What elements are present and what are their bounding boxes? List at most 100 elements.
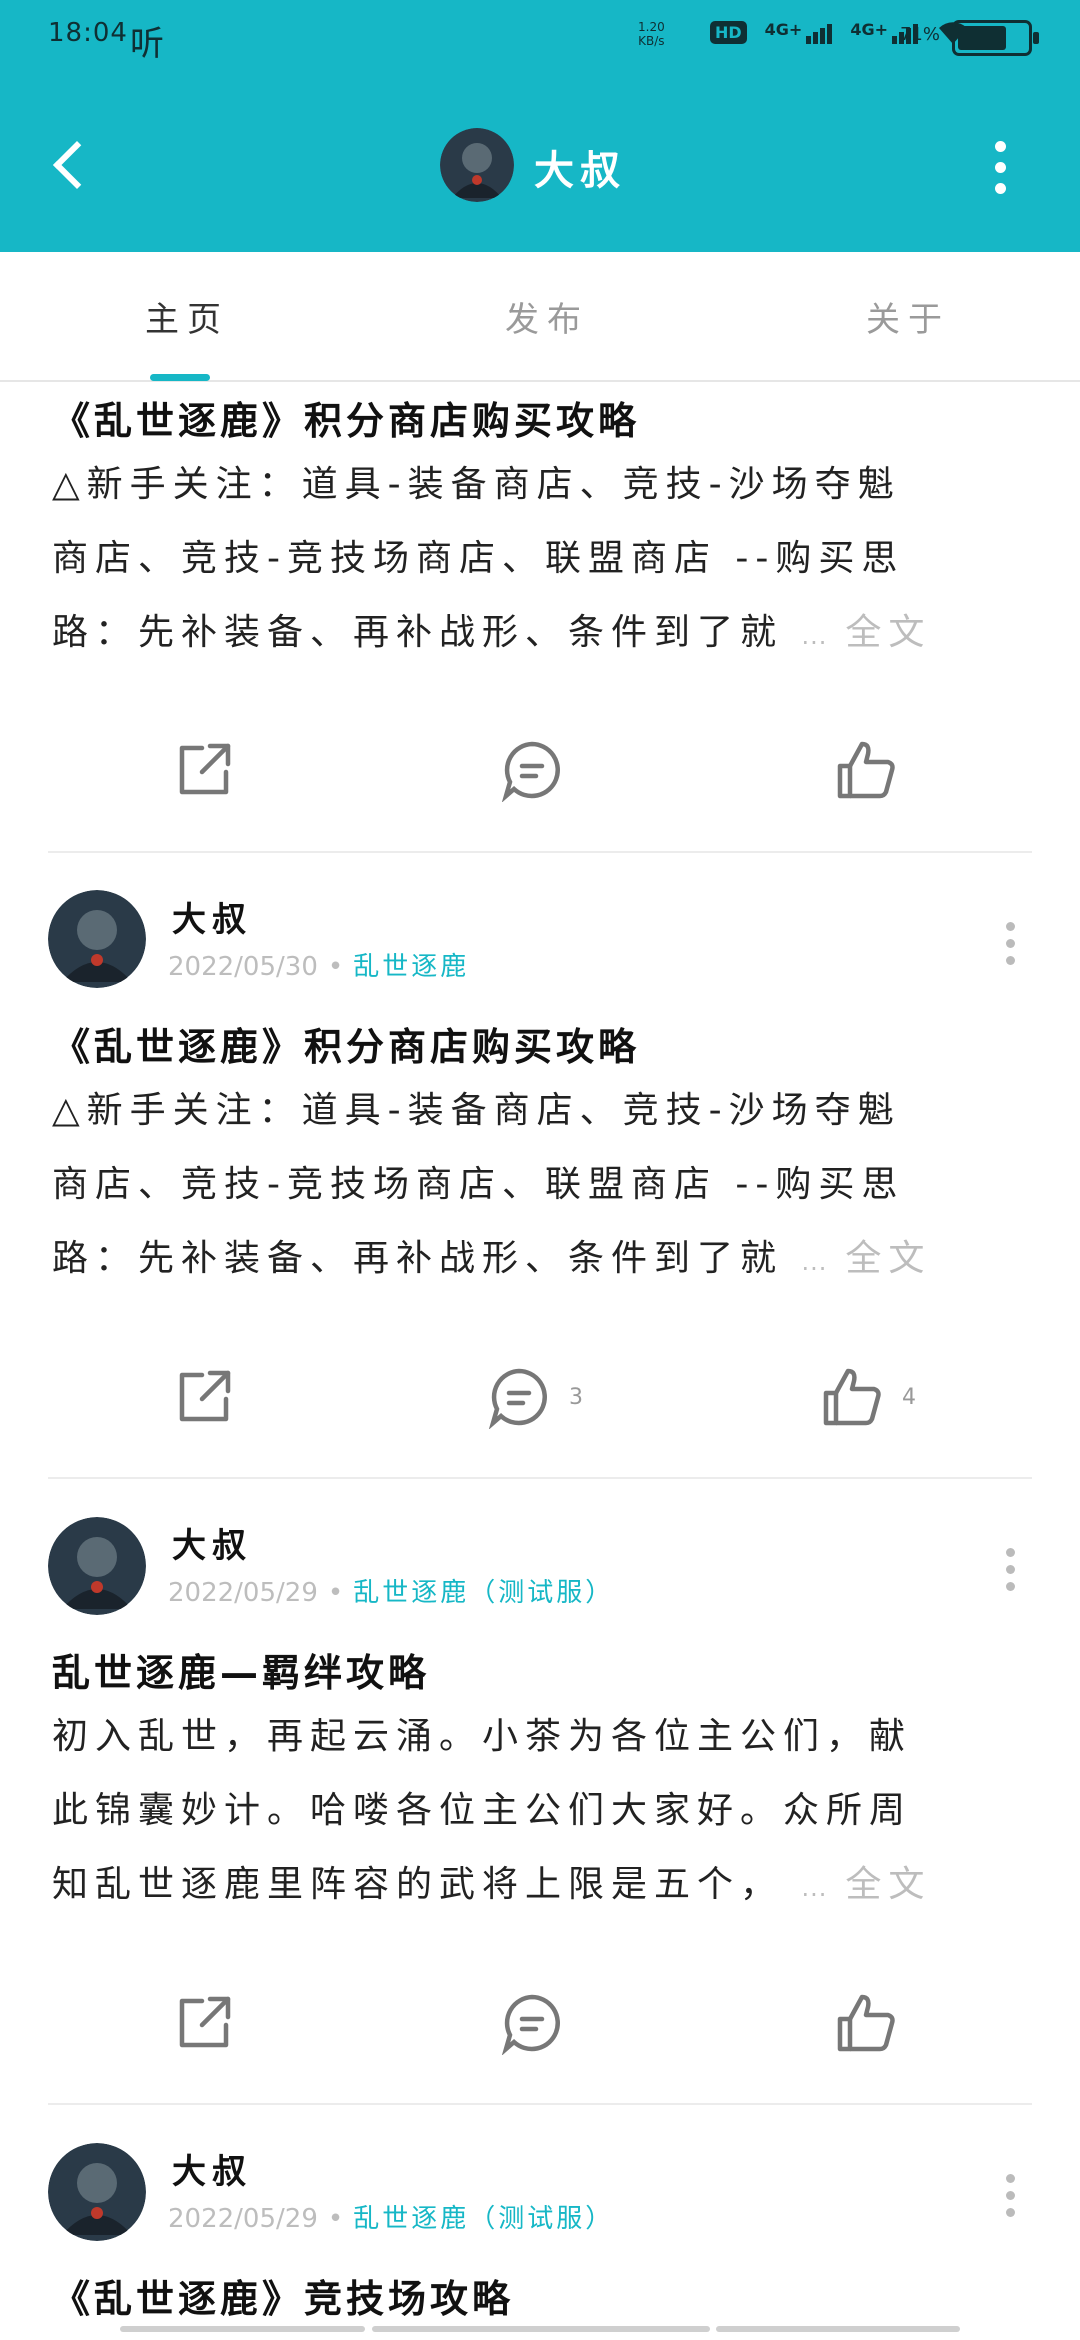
post-title[interactable]: 《乱世逐鹿》竞技场攻略 xyxy=(52,2268,514,2323)
post-actions: 3 4 xyxy=(0,1362,1080,1442)
separator-dot: • xyxy=(327,2204,344,2234)
comment-icon xyxy=(501,741,560,802)
excerpt-line: 知乱世逐鹿里阵容的武将上限是五个， ... 全文 xyxy=(52,1848,1012,1925)
avatar[interactable] xyxy=(440,128,514,202)
post-more-button[interactable] xyxy=(1000,1548,1020,1594)
excerpt-line-text: 知乱世逐鹿里阵容的武将上限是五个， xyxy=(52,1864,784,1905)
post-meta: 2022/05/29 • 乱世逐鹿（测试服） xyxy=(168,1572,614,1609)
tab-about[interactable]: 关于 xyxy=(866,292,950,341)
excerpt-line-text: 路：先补装备、再补战形、条件到了就 xyxy=(52,1238,784,1279)
post-date: 2022/05/29 xyxy=(168,1578,318,1608)
post-more-button[interactable] xyxy=(1000,2174,1020,2220)
author-name[interactable]: 大叔 xyxy=(172,1518,252,1567)
excerpt-line: 商店、竞技-竞技场商店、联盟商店 --购买思 xyxy=(52,538,905,579)
post-excerpt: △新手关注：道具-装备商店、竞技-沙场夺魁 商店、竞技-竞技场商店、联盟商店 -… xyxy=(52,1074,1012,1299)
post-title[interactable]: 《乱世逐鹿》积分商店购买攻略 xyxy=(52,390,640,445)
divider xyxy=(48,2103,1032,2105)
post-title[interactable]: 乱世逐鹿—羁绊攻略 xyxy=(52,1642,430,1697)
comment-count: 3 xyxy=(569,1384,583,1410)
tab-indicator xyxy=(150,374,210,381)
excerpt-line: 路：先补装备、再补战形、条件到了就 ... 全文 xyxy=(52,1222,1012,1299)
excerpt-line: 路：先补装备、再补战形、条件到了就 ... 全文 xyxy=(52,596,1012,673)
post-category[interactable]: 乱世逐鹿 xyxy=(353,952,469,982)
status-time: 18:04 xyxy=(48,18,128,48)
comment-icon xyxy=(501,1994,560,2055)
sim1-network-label: 4G+ xyxy=(764,20,803,39)
tab-publish[interactable]: 发布 xyxy=(505,292,589,341)
read-more-link[interactable]: 全文 xyxy=(845,1238,931,1279)
thumbs-up-icon xyxy=(837,741,895,799)
back-button[interactable] xyxy=(40,130,100,200)
excerpt-line: 此锦囊妙计。哈喽各位主公们大家好。众所周 xyxy=(52,1790,913,1831)
status-extra-text: 听 xyxy=(130,24,164,64)
comment-button[interactable] xyxy=(500,735,564,805)
post-meta: 2022/05/30 • 乱世逐鹿 xyxy=(168,946,469,983)
post-excerpt: 初入乱世，再起云涌。小茶为各位主公们，献 此锦囊妙计。哈喽各位主公们大家好。众所… xyxy=(52,1700,1012,1925)
bottom-nav-indicator xyxy=(372,2326,710,2332)
battery-icon xyxy=(952,20,1039,56)
author-name[interactable]: 大叔 xyxy=(172,2144,252,2193)
share-icon xyxy=(179,1370,231,1422)
post-date: 2022/05/29 xyxy=(168,2204,318,2234)
hd-voice-icon: HD xyxy=(709,20,747,44)
post-excerpt: △新手关注：道具-装备商店、竞技-沙场夺魁 商店、竞技-竞技场商店、联盟商店 -… xyxy=(52,448,1012,673)
net-speed-unit: KB/s xyxy=(638,34,665,48)
separator-dot: • xyxy=(327,1578,344,1608)
author-avatar[interactable] xyxy=(48,1517,146,1615)
bottom-nav-indicator xyxy=(120,2326,365,2332)
like-button[interactable]: 4 xyxy=(820,1362,916,1432)
thumbs-up-icon xyxy=(823,1368,881,1426)
share-icon xyxy=(179,1996,231,2048)
post-meta: 2022/05/29 • 乱世逐鹿（测试服） xyxy=(168,2198,614,2235)
battery-percent: 71% xyxy=(899,24,940,45)
read-more-link[interactable]: 全文 xyxy=(845,612,931,653)
battery-fill xyxy=(958,26,1006,50)
share-button[interactable] xyxy=(172,1362,236,1432)
title-bar: 大叔 xyxy=(0,100,1080,230)
tab-home[interactable]: 主页 xyxy=(145,292,229,341)
excerpt-line: △新手关注：道具-装备商店、竞技-沙场夺魁 xyxy=(52,464,901,505)
share-icon xyxy=(179,743,231,795)
divider xyxy=(48,851,1032,853)
more-vertical-icon xyxy=(1000,922,1020,965)
app-header: 18:04 听 1.20 KB/s HD 4G+ 4G+ 71% 大叔 xyxy=(0,0,1080,252)
post-title[interactable]: 《乱世逐鹿》积分商店购买攻略 xyxy=(52,1016,640,1071)
sim2-network-label: 4G+ xyxy=(850,20,888,39)
status-bar: 18:04 听 1.20 KB/s HD 4G+ 4G+ 71% xyxy=(0,0,1080,80)
author-avatar[interactable] xyxy=(48,2143,146,2241)
bottom-nav-indicator xyxy=(716,2326,960,2332)
author-name[interactable]: 大叔 xyxy=(172,892,252,941)
like-count: 4 xyxy=(902,1384,916,1410)
ellipsis: ... xyxy=(801,1248,828,1276)
more-button[interactable] xyxy=(985,136,1015,196)
more-vertical-icon xyxy=(1000,2174,1020,2217)
post-category[interactable]: 乱世逐鹿（测试服） xyxy=(353,2204,614,2234)
excerpt-line: 商店、竞技-竞技场商店、联盟商店 --购买思 xyxy=(52,1164,905,1205)
like-button[interactable] xyxy=(834,1988,898,2058)
more-vertical-icon xyxy=(1000,1548,1020,1591)
like-button[interactable] xyxy=(834,735,898,805)
net-speed: 1.20 KB/s xyxy=(638,20,665,48)
more-vertical-icon xyxy=(985,141,1015,194)
ellipsis: ... xyxy=(801,1874,828,1902)
post-actions xyxy=(0,1988,1080,2068)
signal-icon-sim1: 4G+ xyxy=(765,20,833,44)
share-button[interactable] xyxy=(172,735,236,805)
ellipsis: ... xyxy=(801,622,828,650)
excerpt-line-text: 路：先补装备、再补战形、条件到了就 xyxy=(52,612,784,653)
comment-button[interactable] xyxy=(500,1988,564,2058)
share-button[interactable] xyxy=(172,1988,236,2058)
page-title: 大叔 xyxy=(534,148,626,194)
post-more-button[interactable] xyxy=(1000,922,1020,968)
comment-icon xyxy=(488,1368,547,1429)
post-date: 2022/05/30 xyxy=(168,952,318,982)
excerpt-line: 初入乱世，再起云涌。小茶为各位主公们，献 xyxy=(52,1716,913,1757)
post-category[interactable]: 乱世逐鹿（测试服） xyxy=(353,1578,614,1608)
divider xyxy=(48,1477,1032,1479)
post-actions xyxy=(0,735,1080,815)
net-speed-value: 1.20 xyxy=(638,20,665,34)
separator-dot: • xyxy=(327,952,344,982)
comment-button[interactable]: 3 xyxy=(487,1362,583,1432)
read-more-link[interactable]: 全文 xyxy=(845,1864,931,1905)
author-avatar[interactable] xyxy=(48,890,146,988)
